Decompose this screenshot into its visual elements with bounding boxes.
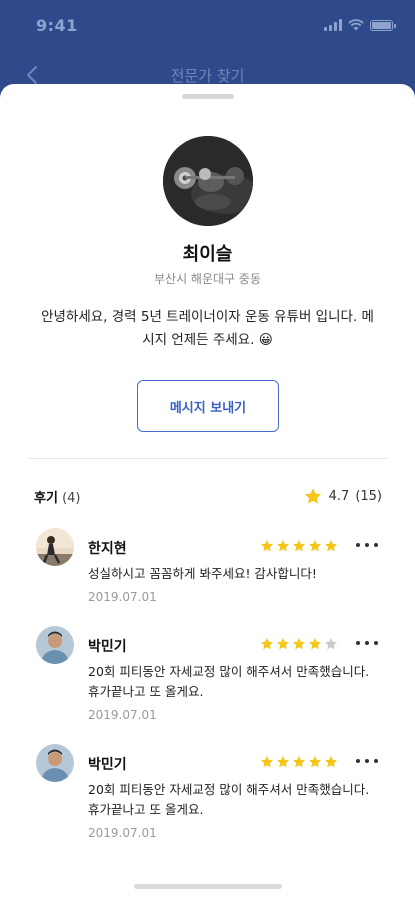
review-item: 박민기 20회 피티동안 자세교정 많이 해주셔서 만족했습니다. 휴가끝나고 … xyxy=(36,626,381,726)
reviewer-avatar xyxy=(36,744,74,782)
reviewer-name: 박민기 xyxy=(88,639,127,655)
status-icons xyxy=(324,19,396,31)
star-filled-icon xyxy=(261,756,273,768)
reviewer-avatar xyxy=(36,528,74,566)
chevron-left-icon xyxy=(27,66,37,84)
star-filled-icon xyxy=(293,540,305,552)
home-indicator xyxy=(134,884,282,889)
star-filled-icon xyxy=(325,756,337,768)
more-options-button[interactable] xyxy=(354,537,380,553)
profile-location: 부산시 해운대구 중동 xyxy=(154,272,261,286)
star-filled-icon xyxy=(277,540,289,552)
star-filled-icon xyxy=(309,756,321,768)
review-stars xyxy=(260,539,338,553)
review-stars xyxy=(260,755,338,769)
reviews-header: 후기 (4) 4.7 (15) xyxy=(34,486,382,506)
reviews-title: 후기 (4) xyxy=(34,487,80,506)
wifi-icon xyxy=(348,19,364,31)
reviews-label: 후기 xyxy=(34,490,58,506)
status-bar: 9:41 xyxy=(0,0,415,50)
send-message-button[interactable]: 메시지 보내기 xyxy=(137,380,279,432)
star-filled-icon xyxy=(309,540,321,552)
profile-name: 최이슬 xyxy=(182,244,233,265)
review-stars xyxy=(260,637,338,651)
reviewer-name: 박민기 xyxy=(88,757,127,773)
star-filled-icon xyxy=(309,638,321,650)
review-date: 2019.07.01 xyxy=(88,590,157,604)
star-filled-icon xyxy=(261,540,273,552)
review-text: 20회 피티동안 자세교정 많이 해주셔서 만족했습니다. 휴가끝나고 또 올게… xyxy=(88,782,370,817)
review-date: 2019.07.01 xyxy=(88,826,157,840)
status-time: 9:41 xyxy=(36,15,78,35)
star-empty-icon xyxy=(325,638,337,650)
rating-value: 4.7 xyxy=(328,488,350,504)
star-filled-icon xyxy=(261,638,273,650)
review-item: 한지현 성실하시고 꼼꼼하게 봐주세요! 감사합니다! 2019.07.01 xyxy=(36,528,381,610)
profile-bio: 안녕하세요, 경력 5년 트레이너이자 운동 유튜버 입니다. 메시지 언제든 … xyxy=(41,309,374,348)
page-title: 전문가 찾기 xyxy=(170,66,245,85)
reviewer-avatar xyxy=(36,626,74,664)
star-filled-icon xyxy=(325,540,337,552)
star-filled-icon xyxy=(277,756,289,768)
more-options-button[interactable] xyxy=(354,635,380,651)
review-item: 박민기 20회 피티동안 자세교정 많이 해주셔서 만족했습니다. 휴가끝나고 … xyxy=(36,744,381,844)
review-date: 2019.07.01 xyxy=(88,708,157,722)
overall-rating: 4.7 (15) xyxy=(303,487,382,506)
star-filled-icon xyxy=(277,638,289,650)
profile-sheet: 최이슬 부산시 해운대구 중동 안녕하세요, 경력 5년 트레이너이자 운동 유… xyxy=(0,84,415,900)
review-text: 20회 피티동안 자세교정 많이 해주셔서 만족했습니다. 휴가끝나고 또 올게… xyxy=(88,664,370,699)
star-icon xyxy=(304,487,321,504)
rating-count: (15) xyxy=(355,488,382,504)
profile-avatar xyxy=(163,136,253,226)
star-filled-icon xyxy=(293,638,305,650)
battery-icon xyxy=(370,19,396,31)
reviewer-name: 한지현 xyxy=(88,541,127,557)
star-filled-icon xyxy=(293,756,305,768)
section-divider xyxy=(28,458,388,459)
sheet-grabber[interactable] xyxy=(182,94,234,99)
reviews-count: (4) xyxy=(62,490,81,506)
more-options-button[interactable] xyxy=(354,753,380,769)
review-text: 성실하시고 꼼꼼하게 봐주세요! 감사합니다! xyxy=(88,566,317,581)
cellular-signal-icon xyxy=(324,19,342,31)
